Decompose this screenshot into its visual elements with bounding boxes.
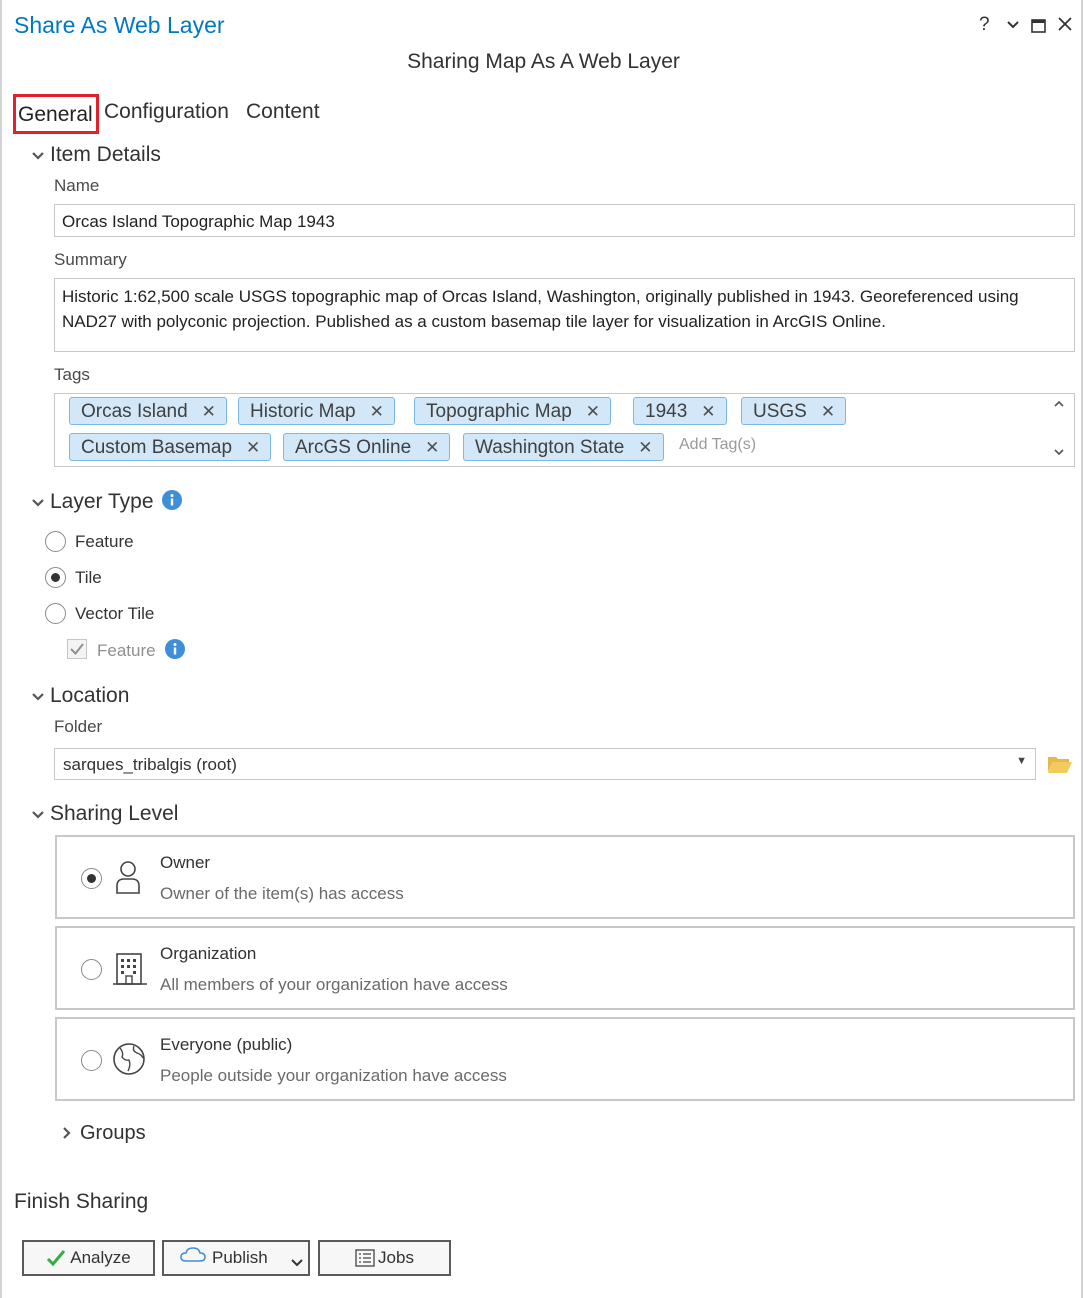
sharing-everyone-card[interactable]: Everyone (public) People outside your or… [55,1017,1075,1101]
radio-button[interactable] [45,567,66,588]
tag-chip: Washington State ✕ [463,433,664,461]
summary-field[interactable]: Historic 1:62,500 scale USGS topographic… [54,278,1075,352]
tag-label: Orcas Island [81,401,188,422]
remove-tag-icon[interactable]: ✕ [701,402,715,421]
tag-label: ArcGS Online [295,437,412,458]
folder-label: Folder [54,717,103,736]
tab-general[interactable]: General [13,94,99,134]
remove-tag-icon[interactable]: ✕ [202,402,216,421]
chevron-right-icon [62,1126,80,1142]
maximize-icon[interactable] [1031,17,1046,39]
option-description: People outside your organization have ac… [160,1066,507,1085]
sharing-level-title: Sharing Level [50,802,179,825]
radio-button[interactable] [81,1050,102,1071]
pane-title: Share As Web Layer [14,12,225,38]
tag-label: Topographic Map [426,401,572,422]
remove-tag-icon[interactable]: ✕ [246,438,260,457]
tag-label: USGS [753,401,807,422]
item-details-title: Item Details [50,143,161,166]
tag-label: Custom Basemap [81,437,233,458]
remove-tag-icon[interactable]: ✕ [586,402,600,421]
option-title: Owner [160,853,211,872]
remove-tag-icon[interactable]: ✕ [425,438,439,457]
tab-content[interactable]: Content [246,100,320,124]
info-icon[interactable] [162,490,182,515]
summary-label: Summary [54,250,127,269]
help-button[interactable]: ? [979,14,990,36]
jobs-label: Jobs [378,1248,414,1267]
option-label: Feature [75,532,134,551]
sharing-owner-card[interactable]: Owner Owner of the item(s) has access [55,835,1075,919]
publish-button[interactable]: Publish [162,1240,310,1276]
remove-tag-icon[interactable]: ✕ [638,438,652,457]
analyze-label: Analyze [70,1248,131,1267]
groups-title: Groups [80,1122,146,1144]
tag-label: Washington State [475,437,625,458]
scroll-up-icon[interactable] [1053,398,1065,412]
tags-field[interactable]: Orcas Island ✕ Historic Map ✕ Topographic … [54,393,1075,467]
option-label: Vector Tile [75,604,155,623]
add-tag-input[interactable]: Add Tag(s) [679,436,756,454]
tag-chip: ArcGS Online ✕ [283,433,451,461]
chevron-down-icon[interactable] [1005,16,1021,38]
globe-icon [112,1041,145,1079]
close-icon[interactable] [1057,16,1073,38]
scroll-down-icon[interactable] [1053,446,1065,460]
tag-chip: Custom Basemap ✕ [69,433,272,461]
person-icon [112,859,144,897]
tag-label: 1943 [645,401,688,422]
checkbox[interactable] [67,639,87,659]
checkbox-label: Feature [97,641,156,660]
publish-label: Publish [212,1248,268,1267]
pane-subtitle: Sharing Map As A Web Layer [407,50,680,73]
cloud-icon [180,1247,206,1263]
checkmark-icon [46,1249,66,1267]
remove-tag-icon[interactable]: ✕ [370,402,384,421]
tag-chip: USGS ✕ [741,397,847,425]
layer-type-title: Layer Type [50,490,154,513]
sharing-level-header[interactable]: Sharing Level [32,802,178,826]
option-title: Organization [160,944,257,963]
jobs-button[interactable]: Jobs [318,1240,451,1276]
analyze-button[interactable]: Analyze [22,1240,155,1276]
building-icon [112,950,147,988]
radio-button[interactable] [45,603,66,624]
tag-chip: Orcas Island ✕ [69,397,227,425]
radio-button[interactable] [81,868,102,889]
chevron-down-icon [32,689,50,705]
sharing-organization-card[interactable]: Organization All members of your organiz… [55,926,1075,1010]
location-header[interactable]: Location [32,684,129,708]
folder-dropdown[interactable]: sarques_tribalgis (root) ▼ [54,748,1036,780]
radio-button[interactable] [45,531,66,552]
folder-open-icon[interactable] [1047,754,1073,779]
info-icon[interactable] [165,639,185,664]
name-field[interactable]: Orcas Island Topographic Map 1943 [54,204,1075,237]
option-label: Tile [75,568,102,587]
folder-value: sarques_tribalgis (root) [63,755,237,774]
item-details-header[interactable]: Item Details [32,143,161,167]
tag-chip: Topographic Map ✕ [414,397,612,425]
radio-button[interactable] [81,959,102,980]
chevron-down-icon [32,148,50,164]
remove-tag-icon[interactable]: ✕ [821,402,835,421]
groups-header[interactable]: Groups [62,1122,146,1145]
list-icon [355,1249,375,1267]
option-description: Owner of the item(s) has access [160,884,404,903]
layer-type-header[interactable]: Layer Type [32,490,154,514]
tab-configuration[interactable]: Configuration [104,100,229,124]
dropdown-arrow-icon: ▼ [1016,755,1027,767]
option-description: All members of your organization have ac… [160,975,508,994]
share-as-web-layer-pane: Share As Web Layer ? Sharing Map As A We… [0,0,1083,1298]
chevron-down-icon[interactable] [290,1253,304,1273]
option-title: Everyone (public) [160,1035,293,1054]
name-label: Name [54,176,100,195]
location-title: Location [50,684,130,707]
chevron-down-icon [32,807,50,823]
tag-chip: Historic Map ✕ [238,397,395,425]
tags-label: Tags [54,365,90,384]
tag-chip: 1943 ✕ [633,397,727,425]
finish-sharing-header: Finish Sharing [14,1190,149,1213]
chevron-down-icon [32,495,50,511]
tag-label: Historic Map [250,401,356,422]
